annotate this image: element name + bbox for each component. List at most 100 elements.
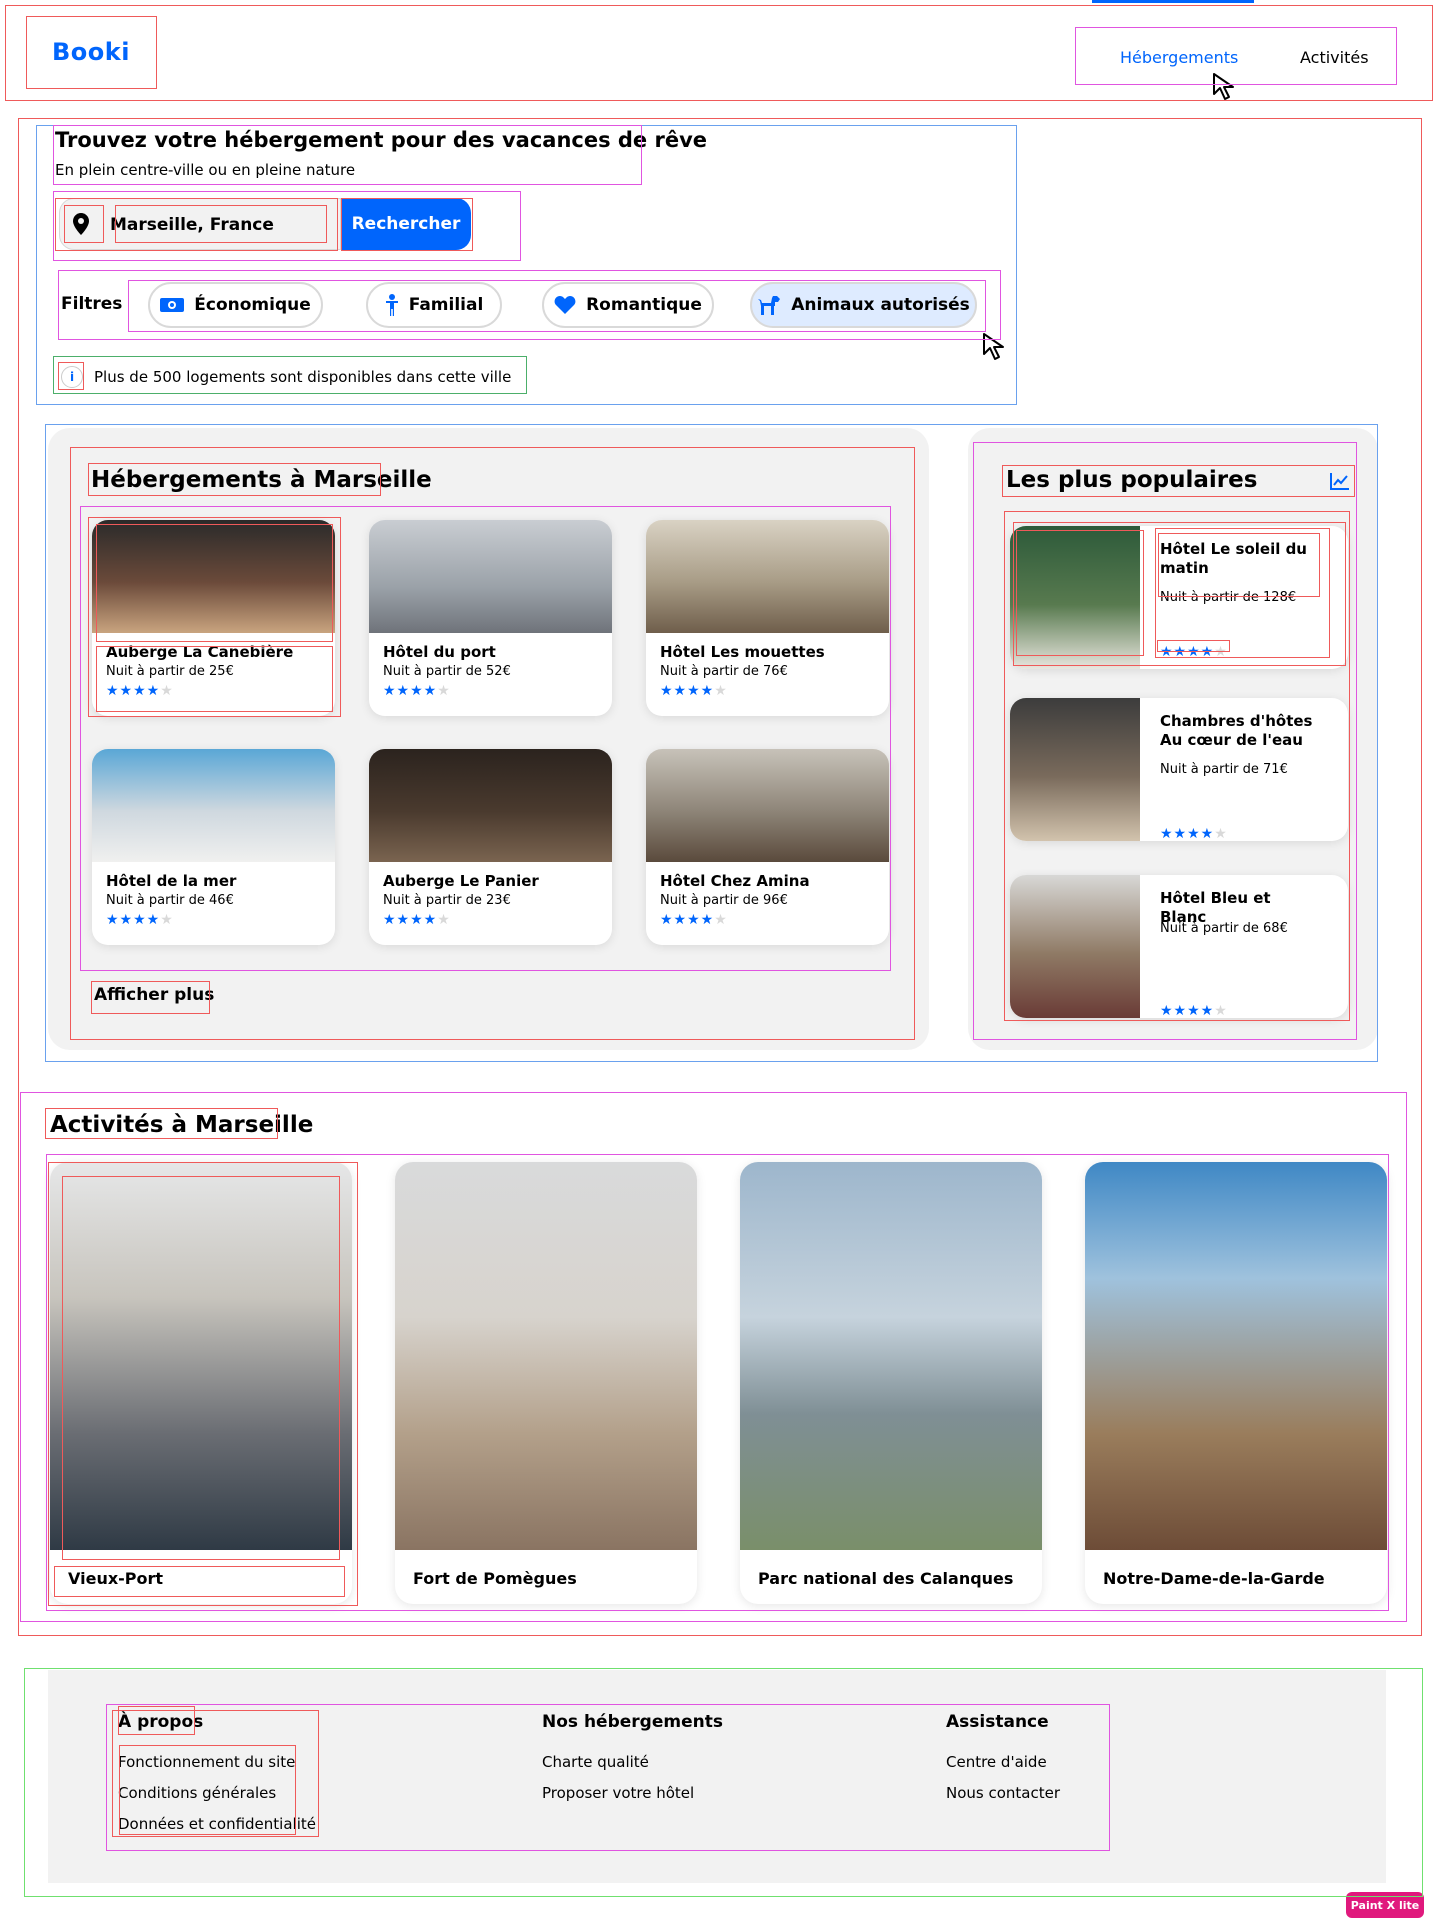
activite-photo <box>1085 1162 1387 1550</box>
hebergement-card[interactable]: Auberge Le Panier Nuit à partir de 23€ ★★★… <box>369 749 612 945</box>
hebergement-name: Hôtel Chez Amina <box>660 872 810 890</box>
mouse-cursor-icon <box>983 333 1004 360</box>
hebergements-title: Hébergements à Marseille <box>91 467 432 493</box>
info-icon: i <box>61 366 83 388</box>
hebergement-price: Nuit à partir de 76€ <box>660 664 788 679</box>
popular-photo <box>1010 526 1140 669</box>
hebergement-card[interactable]: Hôtel du port Nuit à partir de 52€ ★★★★★ <box>369 520 612 716</box>
rating-stars: ★★★★★ <box>383 912 451 928</box>
hero-title: Trouvez votre hébergement pour des vacan… <box>55 128 708 152</box>
hebergement-price: Nuit à partir de 52€ <box>383 664 511 679</box>
nav-activites[interactable]: Activités <box>1300 48 1369 67</box>
footer-link[interactable]: Proposer votre hôtel <box>542 1784 694 1802</box>
show-more-link[interactable]: Afficher plus <box>94 985 214 1005</box>
filter-economique[interactable]: Économique <box>148 282 323 328</box>
footer-link[interactable]: Conditions générales <box>118 1784 276 1802</box>
hebergement-price: Nuit à partir de 46€ <box>106 893 234 908</box>
activite-name: Parc national des Calanques <box>758 1569 1014 1588</box>
rating-stars: ★★★★★ <box>383 683 451 699</box>
search-button[interactable]: Rechercher <box>341 198 471 250</box>
hebergement-price: Nuit à partir de 23€ <box>383 893 511 908</box>
rating-stars: ★★★★★ <box>660 683 728 699</box>
footer-column-title: Nos hébergements <box>542 1712 723 1732</box>
popular-card[interactable]: Hôtel Bleu et Blanc Nuit à partir de 68€ ★… <box>1010 875 1348 1018</box>
filter-label: Romantique <box>586 295 702 315</box>
activite-photo <box>740 1162 1042 1550</box>
hebergement-name: Hôtel du port <box>383 643 496 661</box>
footer <box>48 1670 1386 1883</box>
header: Booki Hébergements Activités <box>0 0 1437 100</box>
activite-photo <box>395 1162 697 1550</box>
filter-label: Animaux autorisés <box>791 295 970 315</box>
hebergement-name: Auberge La Canebière <box>106 643 294 661</box>
footer-link[interactable]: Fonctionnement du site <box>118 1753 295 1771</box>
hebergement-photo <box>92 749 335 862</box>
popular-name: Chambres d'hôtes Au cœur de l'eau <box>1160 712 1313 749</box>
activite-card[interactable]: Fort de Pomègues <box>395 1162 697 1604</box>
activite-name: Notre-Dame-de-la-Garde <box>1103 1569 1325 1588</box>
activites-title: Activités à Marseille <box>50 1112 314 1138</box>
footer-link[interactable]: Centre d'aide <box>946 1753 1047 1771</box>
popular-photo <box>1010 698 1140 841</box>
hero-subtitle: En plein centre-ville ou en pleine natur… <box>55 161 356 179</box>
availability-info: Plus de 500 logements sont disponibles d… <box>94 368 512 386</box>
activite-photo <box>50 1162 352 1550</box>
rating-stars: ★★★★★ <box>1160 826 1228 841</box>
footer-column-title: À propos <box>118 1712 204 1732</box>
popular-card[interactable]: Chambres d'hôtes Au cœur de l'eau Nuit à … <box>1010 698 1348 841</box>
popular-name: Hôtel Le soleil du matin <box>1160 540 1307 577</box>
footer-link[interactable]: Nous contacter <box>946 1784 1060 1802</box>
mouse-cursor-icon <box>1213 73 1234 100</box>
activite-name: Fort de Pomègues <box>413 1569 577 1588</box>
rating-stars: ★★★★★ <box>1160 644 1228 660</box>
filters-label: Filtres <box>61 294 123 314</box>
hebergement-card[interactable]: Hôtel de la mer Nuit à partir de 46€ ★★★★★ <box>92 749 335 945</box>
hebergement-card[interactable]: Hôtel Chez Amina Nuit à partir de 96€ ★★★★… <box>646 749 889 945</box>
hebergement-photo <box>646 749 889 862</box>
filter-familial[interactable]: Familial <box>366 282 502 328</box>
filter-label: Familial <box>408 295 484 315</box>
footer-link[interactable]: Charte qualité <box>542 1753 649 1771</box>
rating-stars: ★★★★★ <box>106 683 174 699</box>
hebergement-photo <box>369 749 612 862</box>
search-box <box>59 198 341 250</box>
money-icon <box>160 298 185 312</box>
hebergement-card[interactable]: Hôtel Les mouettes Nuit à partir de 76€ ★★… <box>646 520 889 716</box>
location-pin-icon <box>73 213 89 235</box>
hebergement-price: Nuit à partir de 25€ <box>106 664 234 679</box>
nav-hebergements[interactable]: Hébergements <box>1120 48 1238 67</box>
footer-link[interactable]: Données et confidentialité <box>118 1815 316 1833</box>
hebergement-card[interactable]: Auberge La Canebière Nuit à partir de 25€… <box>92 520 335 716</box>
popular-price: Nuit à partir de 128€ <box>1160 590 1297 605</box>
filter-label: Économique <box>194 295 311 315</box>
paint-x-lite-badge: Paint X lite <box>1346 1892 1424 1918</box>
rating-stars: ★★★★★ <box>660 912 728 928</box>
hebergement-photo <box>646 520 889 633</box>
rating-stars: ★★★★★ <box>1160 1003 1228 1018</box>
hebergement-photo <box>92 520 335 633</box>
booki-logo[interactable]: Booki <box>52 38 130 66</box>
activite-card[interactable]: Parc national des Calanques <box>740 1162 1042 1604</box>
popular-photo <box>1010 875 1140 1018</box>
rating-stars: ★★★★★ <box>106 912 174 928</box>
popular-price: Nuit à partir de 71€ <box>1160 762 1288 777</box>
active-nav-indicator <box>1092 0 1254 3</box>
filter-romantique[interactable]: Romantique <box>542 282 714 328</box>
filter-animaux[interactable]: Animaux autorisés <box>750 282 977 328</box>
activite-card[interactable]: Vieux-Port <box>50 1162 352 1604</box>
trend-chart-icon <box>1330 473 1349 490</box>
hebergement-name: Hôtel Les mouettes <box>660 643 825 661</box>
popular-card[interactable]: Hôtel Le soleil du matin Nuit à partir de… <box>1010 526 1348 669</box>
hebergement-name: Hôtel de la mer <box>106 872 237 890</box>
hebergement-price: Nuit à partir de 96€ <box>660 893 788 908</box>
hebergement-name: Auberge Le Panier <box>383 872 539 890</box>
populaires-title: Les plus populaires <box>1006 467 1258 493</box>
child-icon <box>385 294 398 316</box>
popular-price: Nuit à partir de 68€ <box>1160 921 1288 936</box>
activite-name: Vieux-Port <box>68 1569 164 1588</box>
dog-icon <box>758 296 781 315</box>
hebergement-photo <box>369 520 612 633</box>
search-input[interactable] <box>110 209 325 241</box>
heart-icon <box>554 296 576 314</box>
activite-card[interactable]: Notre-Dame-de-la-Garde <box>1085 1162 1387 1604</box>
